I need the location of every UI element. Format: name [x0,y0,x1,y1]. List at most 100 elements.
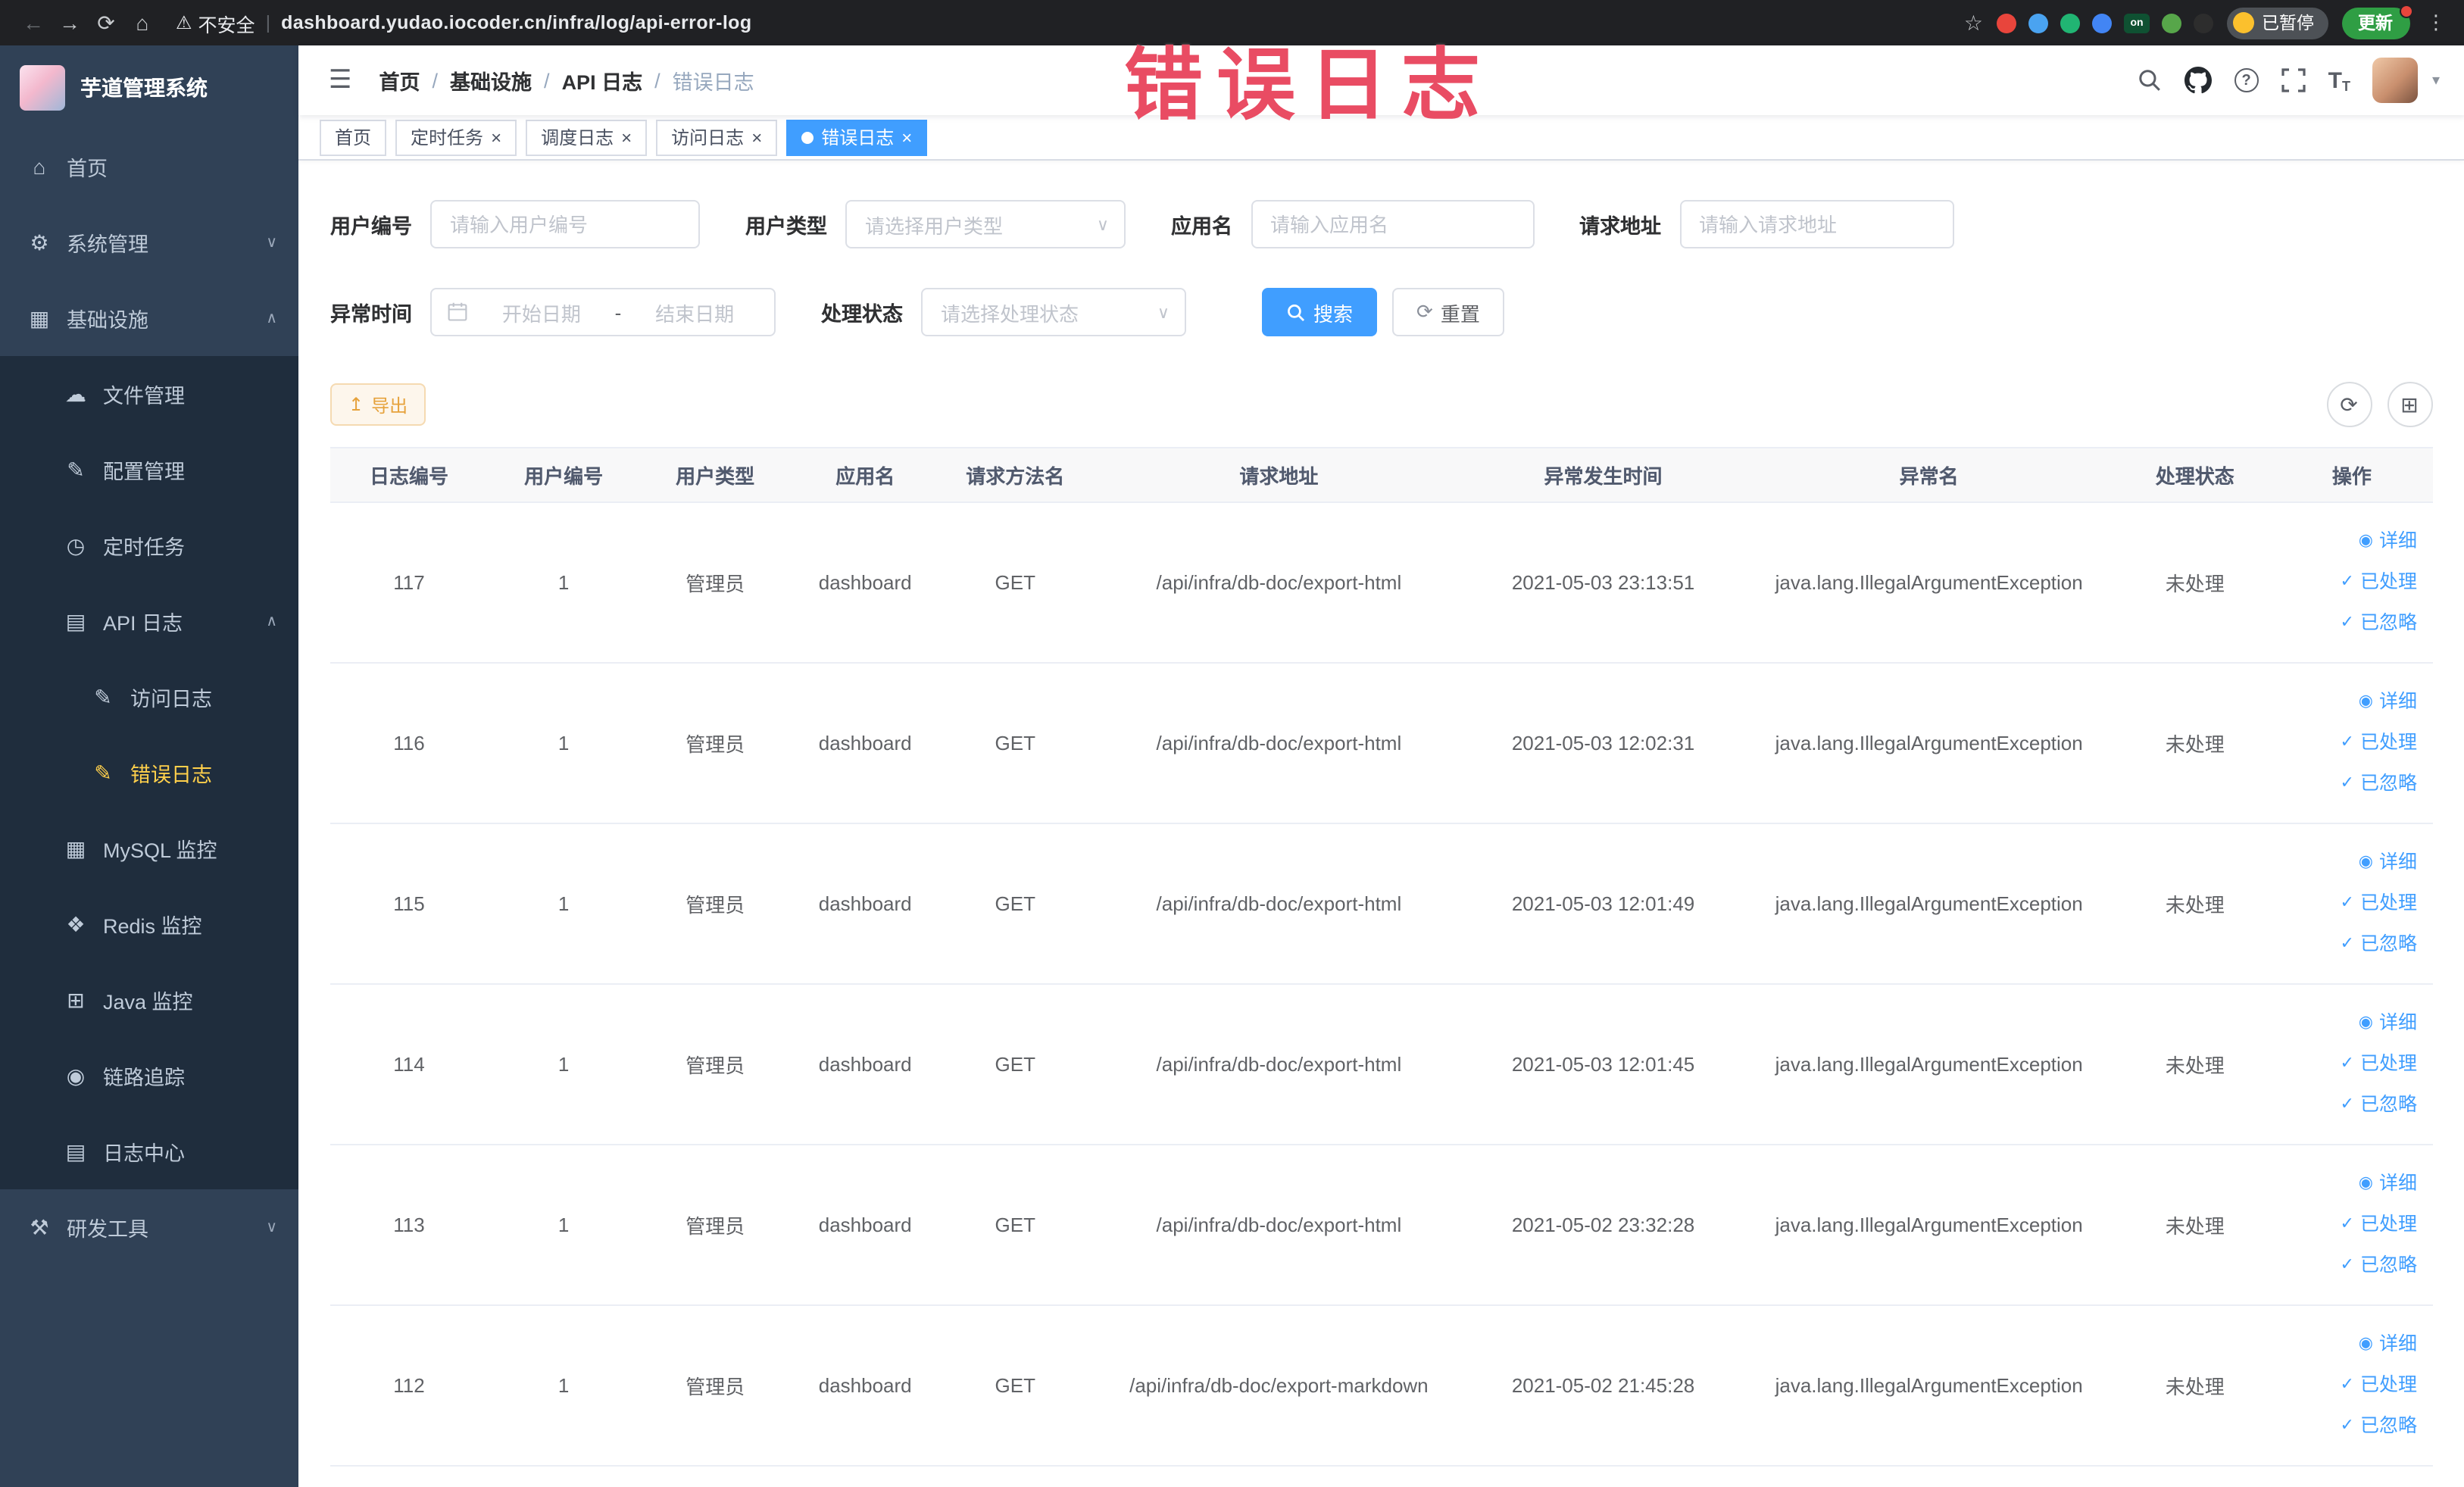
search-icon[interactable] [2138,68,2162,92]
cell-userType: 管理员 [639,663,792,824]
forward-icon[interactable]: → [52,5,88,41]
search-button[interactable]: 搜索 [1262,288,1378,336]
font-size-icon[interactable]: TT [2328,67,2350,93]
tab-label: 调度日志 [541,127,614,148]
close-icon[interactable]: × [901,128,912,146]
action-已忽略[interactable]: ✓ 已忽略 [2281,1245,2417,1286]
close-icon[interactable]: × [751,128,762,146]
export-icon: ↥ [348,394,364,415]
hamburger-icon[interactable]: ☰ [323,65,358,95]
reset-button[interactable]: ⟳ 重置 [1392,288,1504,336]
action-详细[interactable]: ◉ 详细 [2281,1003,2417,1044]
status-select[interactable]: 请选择处理状态 ∨ [921,288,1186,336]
action-详细[interactable]: ◉ 详细 [2281,521,2417,562]
fullscreen-icon[interactable] [2281,68,2306,92]
row-actions: ◉ 详细 ✓ 已处理 ✓ 已忽略 [2271,502,2432,664]
sidebar-item-研发工具[interactable]: ⚒ 研发工具 ∨ [0,1189,298,1265]
sidebar-item-配置管理[interactable]: ✎ 配置管理 [0,432,298,508]
home-icon: ⌂ [33,155,46,179]
star-icon[interactable]: ☆ [1964,10,1983,36]
cell-time: 2021-05-03 12:01:49 [1466,823,1740,985]
action-已忽略[interactable]: ✓ 已忽略 [2281,1085,2417,1126]
cell-exception: java.lang.IllegalArgumentException [1739,1145,2119,1306]
avatar[interactable] [2372,58,2419,103]
sidebar-item-错误日志[interactable]: ✎ 错误日志 [0,735,298,811]
update-button[interactable]: 更新 [2341,4,2412,39]
action-详细[interactable]: ◉ 详细 [2281,1164,2417,1204]
sidebar-item-MySQL 监控[interactable]: ▦ MySQL 监控 [0,811,298,886]
sidebar-item-链路追踪[interactable]: ◉ 链路追踪 [0,1038,298,1114]
check-icon: ✓ [2340,894,2354,912]
back-icon[interactable]: ← [15,5,52,41]
browser-home-icon[interactable]: ⌂ [124,5,161,41]
sidebar-item-系统管理[interactable]: ⚙ 系统管理 ∨ [0,205,298,280]
column-header: 操作 [2271,447,2432,503]
extension-green-circle-icon[interactable] [2060,13,2080,33]
user-id-input[interactable] [430,200,700,248]
extension-red-icon[interactable] [1997,13,2016,33]
action-详细[interactable]: ◉ 详细 [2281,1324,2417,1365]
tab-错误日志[interactable]: 错误日志 × [786,119,928,155]
action-详细[interactable]: ◉ 详细 [2281,682,2417,723]
breadcrumb-separator: / [544,69,550,92]
table-row: 117 1 管理员 dashboard GET/api/infra/db-doc/exp… [330,502,2432,664]
export-button[interactable]: ↥ 导出 [330,383,426,426]
action-已处理[interactable]: ✓ 已处理 [2281,562,2417,603]
paused-badge[interactable]: 已暂停 [2227,7,2328,39]
sidebar-logo[interactable]: 芋道管理系统 [0,45,298,129]
close-icon[interactable]: × [491,128,501,146]
tab-调度日志[interactable]: 调度日志 × [526,119,648,155]
action-已处理[interactable]: ✓ 已处理 [2281,1204,2417,1245]
action-已忽略[interactable]: ✓ 已忽略 [2281,603,2417,644]
tab-首页[interactable]: 首页 [320,119,387,155]
column-header: 请求方法名 [939,447,1091,503]
cell-userType: 管理员 [639,1305,792,1467]
security-indicator[interactable]: ⚠ 不安全 [176,8,255,37]
cell-status: 未处理 [2118,823,2272,985]
action-已忽略[interactable]: ✓ 已忽略 [2281,924,2417,965]
extension-leaf-icon[interactable] [2162,13,2181,33]
extension-on-badge-icon[interactable]: on [2124,13,2150,33]
action-已处理[interactable]: ✓ 已处理 [2281,1044,2417,1085]
sidebar-item-Redis 监控[interactable]: ❖ Redis 监控 [0,886,298,962]
cell-url: /api/infra/db-doc/export-html [1091,984,1467,1145]
sidebar-item-API 日志[interactable]: ▤ API 日志 ∧ [0,583,298,659]
close-icon[interactable]: × [621,128,632,146]
sidebar-item-日志中心[interactable]: ▤ 日志中心 [0,1114,298,1189]
columns-icon[interactable]: ⊞ [2387,382,2432,427]
sidebar-item-首页[interactable]: ⌂ 首页 [0,129,298,205]
action-已处理[interactable]: ✓ 已处理 [2281,1365,2417,1406]
column-header: 异常名 [1739,447,2119,503]
overflow-menu-icon[interactable]: ⋮ [2423,11,2449,35]
reload-icon[interactable]: ⟳ [88,5,124,41]
user-type-select[interactable]: 请选择用户类型 ∨ [845,200,1126,248]
action-已忽略[interactable]: ✓ 已忽略 [2281,1406,2417,1447]
sidebar-item-访问日志[interactable]: ✎ 访问日志 [0,659,298,735]
action-已处理[interactable]: ✓ 已处理 [2281,723,2417,764]
cell-status: 未处理 [2118,984,2272,1145]
address-bar[interactable]: ⚠ 不安全 | dashboard.yudao.iocoder.cn/infra… [176,8,1964,37]
sidebar-item-定时任务[interactable]: ◷ 定时任务 [0,508,298,583]
action-详细[interactable]: ◉ 详细 [2281,842,2417,883]
request-url-input[interactable] [1679,200,1953,248]
help-icon[interactable]: ? [2234,68,2259,92]
tab-定时任务[interactable]: 定时任务 × [395,119,517,155]
caret-down-icon[interactable]: ▾ [2432,72,2440,89]
breadcrumb-item[interactable]: API 日志 [562,65,643,95]
breadcrumb-item[interactable]: 首页 [379,65,420,95]
extension-grid-icon[interactable] [2092,13,2112,33]
action-已忽略[interactable]: ✓ 已忽略 [2281,764,2417,804]
tab-访问日志[interactable]: 访问日志 × [656,119,778,155]
action-已处理[interactable]: ✓ 已处理 [2281,883,2417,924]
breadcrumb-item[interactable]: 基础设施 [450,65,532,95]
app-name-input[interactable] [1251,200,1534,248]
sidebar-item-基础设施[interactable]: ▦ 基础设施 ∧ [0,280,298,356]
sidebar-item-Java 监控[interactable]: ⊞ Java 监控 [0,962,298,1038]
extension-blue-drop-icon[interactable] [2028,13,2048,33]
github-icon[interactable] [2184,67,2212,94]
cell-id: 115 [330,823,489,985]
extension-paw-icon[interactable] [2194,13,2213,33]
sidebar-item-文件管理[interactable]: ☁ 文件管理 [0,356,298,432]
date-range-picker[interactable]: 开始日期 - 结束日期 [430,288,776,336]
refresh-icon[interactable]: ⟳ [2326,382,2372,427]
